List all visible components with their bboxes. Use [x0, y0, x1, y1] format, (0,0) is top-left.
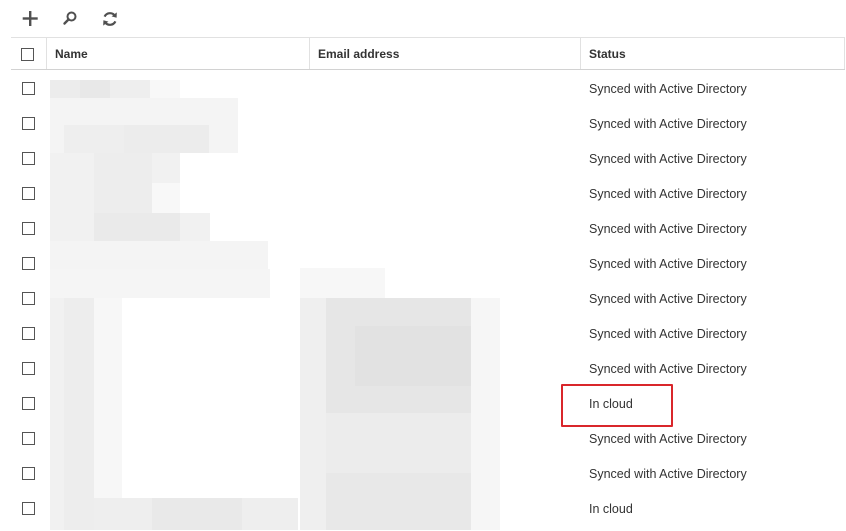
email-cell [311, 140, 571, 175]
row-checkbox[interactable] [22, 502, 35, 515]
table-row[interactable]: Synced with Active Directory [11, 245, 845, 280]
row-checkbox[interactable] [22, 257, 35, 270]
name-cell [49, 105, 299, 140]
email-cell [311, 315, 571, 350]
table-row[interactable]: Synced with Active Directory [11, 210, 845, 245]
table-row[interactable]: Synced with Active Directory [11, 105, 845, 140]
name-cell [49, 490, 299, 525]
refresh-button[interactable] [98, 7, 122, 31]
status-cell: Synced with Active Directory [589, 152, 747, 166]
column-header-email[interactable]: Email address [309, 38, 580, 69]
table-row[interactable]: Synced with Active Directory [11, 350, 845, 385]
plus-icon [22, 11, 38, 26]
row-checkbox[interactable] [22, 292, 35, 305]
name-cell [49, 210, 299, 245]
email-cell [311, 210, 571, 245]
email-cell [311, 420, 571, 455]
status-cell: Synced with Active Directory [589, 257, 747, 271]
row-checkbox[interactable] [22, 397, 35, 410]
select-all-checkbox[interactable] [21, 48, 34, 61]
status-cell: Synced with Active Directory [589, 187, 747, 201]
email-cell [311, 350, 571, 385]
email-cell [311, 175, 571, 210]
email-cell [311, 245, 571, 280]
table-header: Name Email address Status [11, 37, 845, 70]
status-cell: Synced with Active Directory [589, 292, 747, 306]
name-cell [49, 175, 299, 210]
users-table: Name Email address Status Synced with Ac… [11, 37, 845, 525]
search-button[interactable] [58, 7, 82, 31]
table-body: Synced with Active Directory Synced with… [11, 70, 845, 525]
email-cell [311, 455, 571, 490]
name-cell [49, 70, 299, 105]
status-cell: In cloud [589, 502, 633, 516]
email-cell [311, 385, 571, 420]
status-cell: Synced with Active Directory [589, 362, 747, 376]
table-row[interactable]: Synced with Active Directory [11, 140, 845, 175]
row-checkbox[interactable] [22, 362, 35, 375]
table-row[interactable]: Synced with Active Directory [11, 280, 845, 315]
table-row[interactable]: Synced with Active Directory [11, 70, 845, 105]
name-cell [49, 280, 299, 315]
row-checkbox[interactable] [22, 467, 35, 480]
row-checkbox[interactable] [22, 432, 35, 445]
status-cell: Synced with Active Directory [589, 82, 747, 96]
name-cell [49, 455, 299, 490]
row-checkbox[interactable] [22, 222, 35, 235]
search-icon [63, 11, 77, 25]
name-cell [49, 315, 299, 350]
status-cell: Synced with Active Directory [589, 117, 747, 131]
row-checkbox[interactable] [22, 187, 35, 200]
table-row[interactable]: Synced with Active Directory [11, 315, 845, 350]
email-cell [311, 70, 571, 105]
name-cell [49, 385, 299, 420]
name-cell [49, 350, 299, 385]
refresh-icon [103, 12, 117, 26]
email-cell [311, 490, 571, 525]
table-row[interactable]: Synced with Active Directory [11, 175, 845, 210]
status-cell: Synced with Active Directory [589, 467, 747, 481]
in-cloud-highlight-box [561, 384, 673, 427]
email-cell [311, 105, 571, 140]
name-cell [49, 245, 299, 280]
table-row[interactable]: Synced with Active Directory [11, 455, 845, 490]
add-button[interactable] [18, 7, 42, 31]
name-cell [49, 420, 299, 455]
email-cell [311, 280, 571, 315]
row-checkbox[interactable] [22, 327, 35, 340]
name-cell [49, 140, 299, 175]
column-header-status[interactable]: Status [580, 38, 845, 69]
table-row[interactable]: In cloud [11, 385, 845, 420]
toolbar [0, 0, 846, 38]
column-header-name[interactable]: Name [46, 38, 309, 69]
row-checkbox[interactable] [22, 117, 35, 130]
table-row[interactable]: Synced with Active Directory [11, 420, 845, 455]
row-checkbox[interactable] [22, 82, 35, 95]
status-cell: Synced with Active Directory [589, 327, 747, 341]
status-cell: Synced with Active Directory [589, 222, 747, 236]
row-checkbox[interactable] [22, 152, 35, 165]
table-row[interactable]: In cloud [11, 490, 845, 525]
